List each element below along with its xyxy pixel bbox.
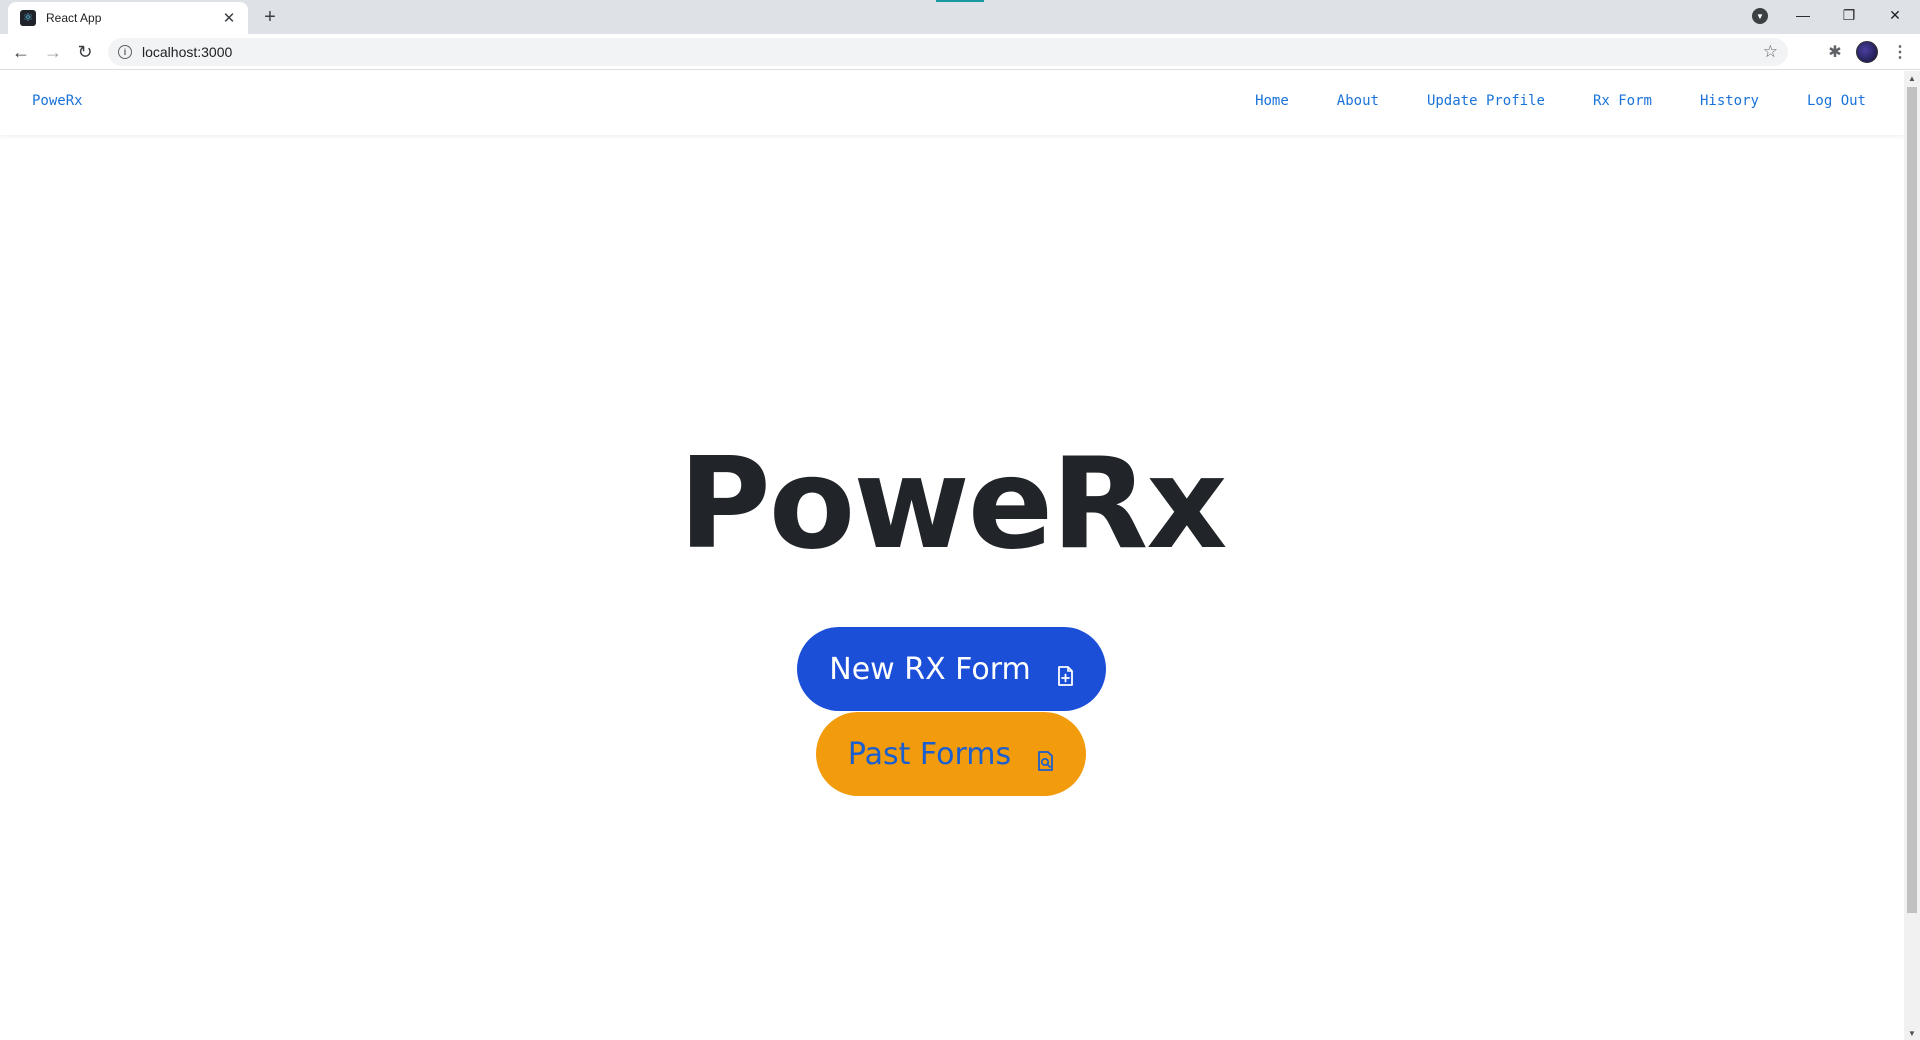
minimize-button[interactable]: —	[1780, 0, 1826, 30]
page-viewport: PoweRx Home About Update Profile Rx Form…	[0, 71, 1904, 1040]
react-favicon-icon: ⚛	[20, 10, 36, 26]
scrollbar-thumb[interactable]	[1907, 87, 1917, 913]
brand-link[interactable]: PoweRx	[32, 93, 83, 109]
close-tab-icon[interactable]: ✕	[220, 9, 238, 27]
back-arrow-icon[interactable]: ←	[8, 39, 34, 65]
browser-tabstrip: ⚛ React App ✕ + ▼ — ❐ ✕	[0, 0, 1920, 34]
browser-tab[interactable]: ⚛ React App ✕	[8, 2, 248, 34]
new-rx-form-button[interactable]: New RX Form	[797, 627, 1106, 711]
past-forms-button[interactable]: Past Forms	[816, 712, 1086, 796]
close-window-button[interactable]: ✕	[1872, 0, 1918, 30]
file-plus-icon	[1057, 659, 1074, 686]
restore-button[interactable]: ❐	[1826, 0, 1872, 30]
reload-icon[interactable]: ↻	[72, 39, 98, 65]
nav-link-home[interactable]: Home	[1255, 93, 1289, 109]
new-rx-form-label: New RX Form	[829, 651, 1031, 687]
tab-title: React App	[46, 11, 102, 25]
hero-title: PoweRx	[678, 430, 1227, 577]
extensions-puzzle-icon[interactable]: ✱	[1824, 41, 1846, 63]
new-tab-button[interactable]: +	[258, 5, 282, 29]
nav-links: Home About Update Profile Rx Form Histor…	[1207, 93, 1866, 109]
url-text: localhost:3000	[142, 44, 233, 60]
nav-link-rx-form[interactable]: Rx Form	[1593, 93, 1652, 109]
tab-accent-line	[936, 0, 984, 2]
scroll-down-arrow-icon[interactable]: ▼	[1904, 1026, 1920, 1040]
bookmark-star-icon[interactable]: ☆	[1763, 42, 1778, 62]
tab-search-icon[interactable]: ▼	[1752, 8, 1768, 24]
scroll-up-arrow-icon[interactable]: ▲	[1904, 71, 1920, 85]
site-info-icon[interactable]: i	[118, 45, 132, 59]
page-scrollbar[interactable]: ▲ ▼	[1904, 71, 1920, 1040]
nav-link-update-profile[interactable]: Update Profile	[1427, 93, 1545, 109]
browser-toolbar: ← → ↻ i localhost:3000 ☆ ✱ ⋮	[0, 34, 1920, 70]
profile-avatar[interactable]	[1856, 41, 1878, 63]
nav-link-about[interactable]: About	[1337, 93, 1379, 109]
nav-link-history[interactable]: History	[1700, 93, 1759, 109]
browser-menu-icon[interactable]: ⋮	[1890, 41, 1910, 63]
site-navbar: PoweRx Home About Update Profile Rx Form…	[0, 71, 1904, 135]
file-search-icon	[1037, 744, 1054, 771]
address-bar[interactable]: i localhost:3000 ☆	[108, 38, 1788, 66]
past-forms-label: Past Forms	[847, 736, 1012, 772]
nav-link-log-out[interactable]: Log Out	[1807, 93, 1866, 109]
forward-arrow-icon[interactable]: →	[40, 39, 66, 65]
